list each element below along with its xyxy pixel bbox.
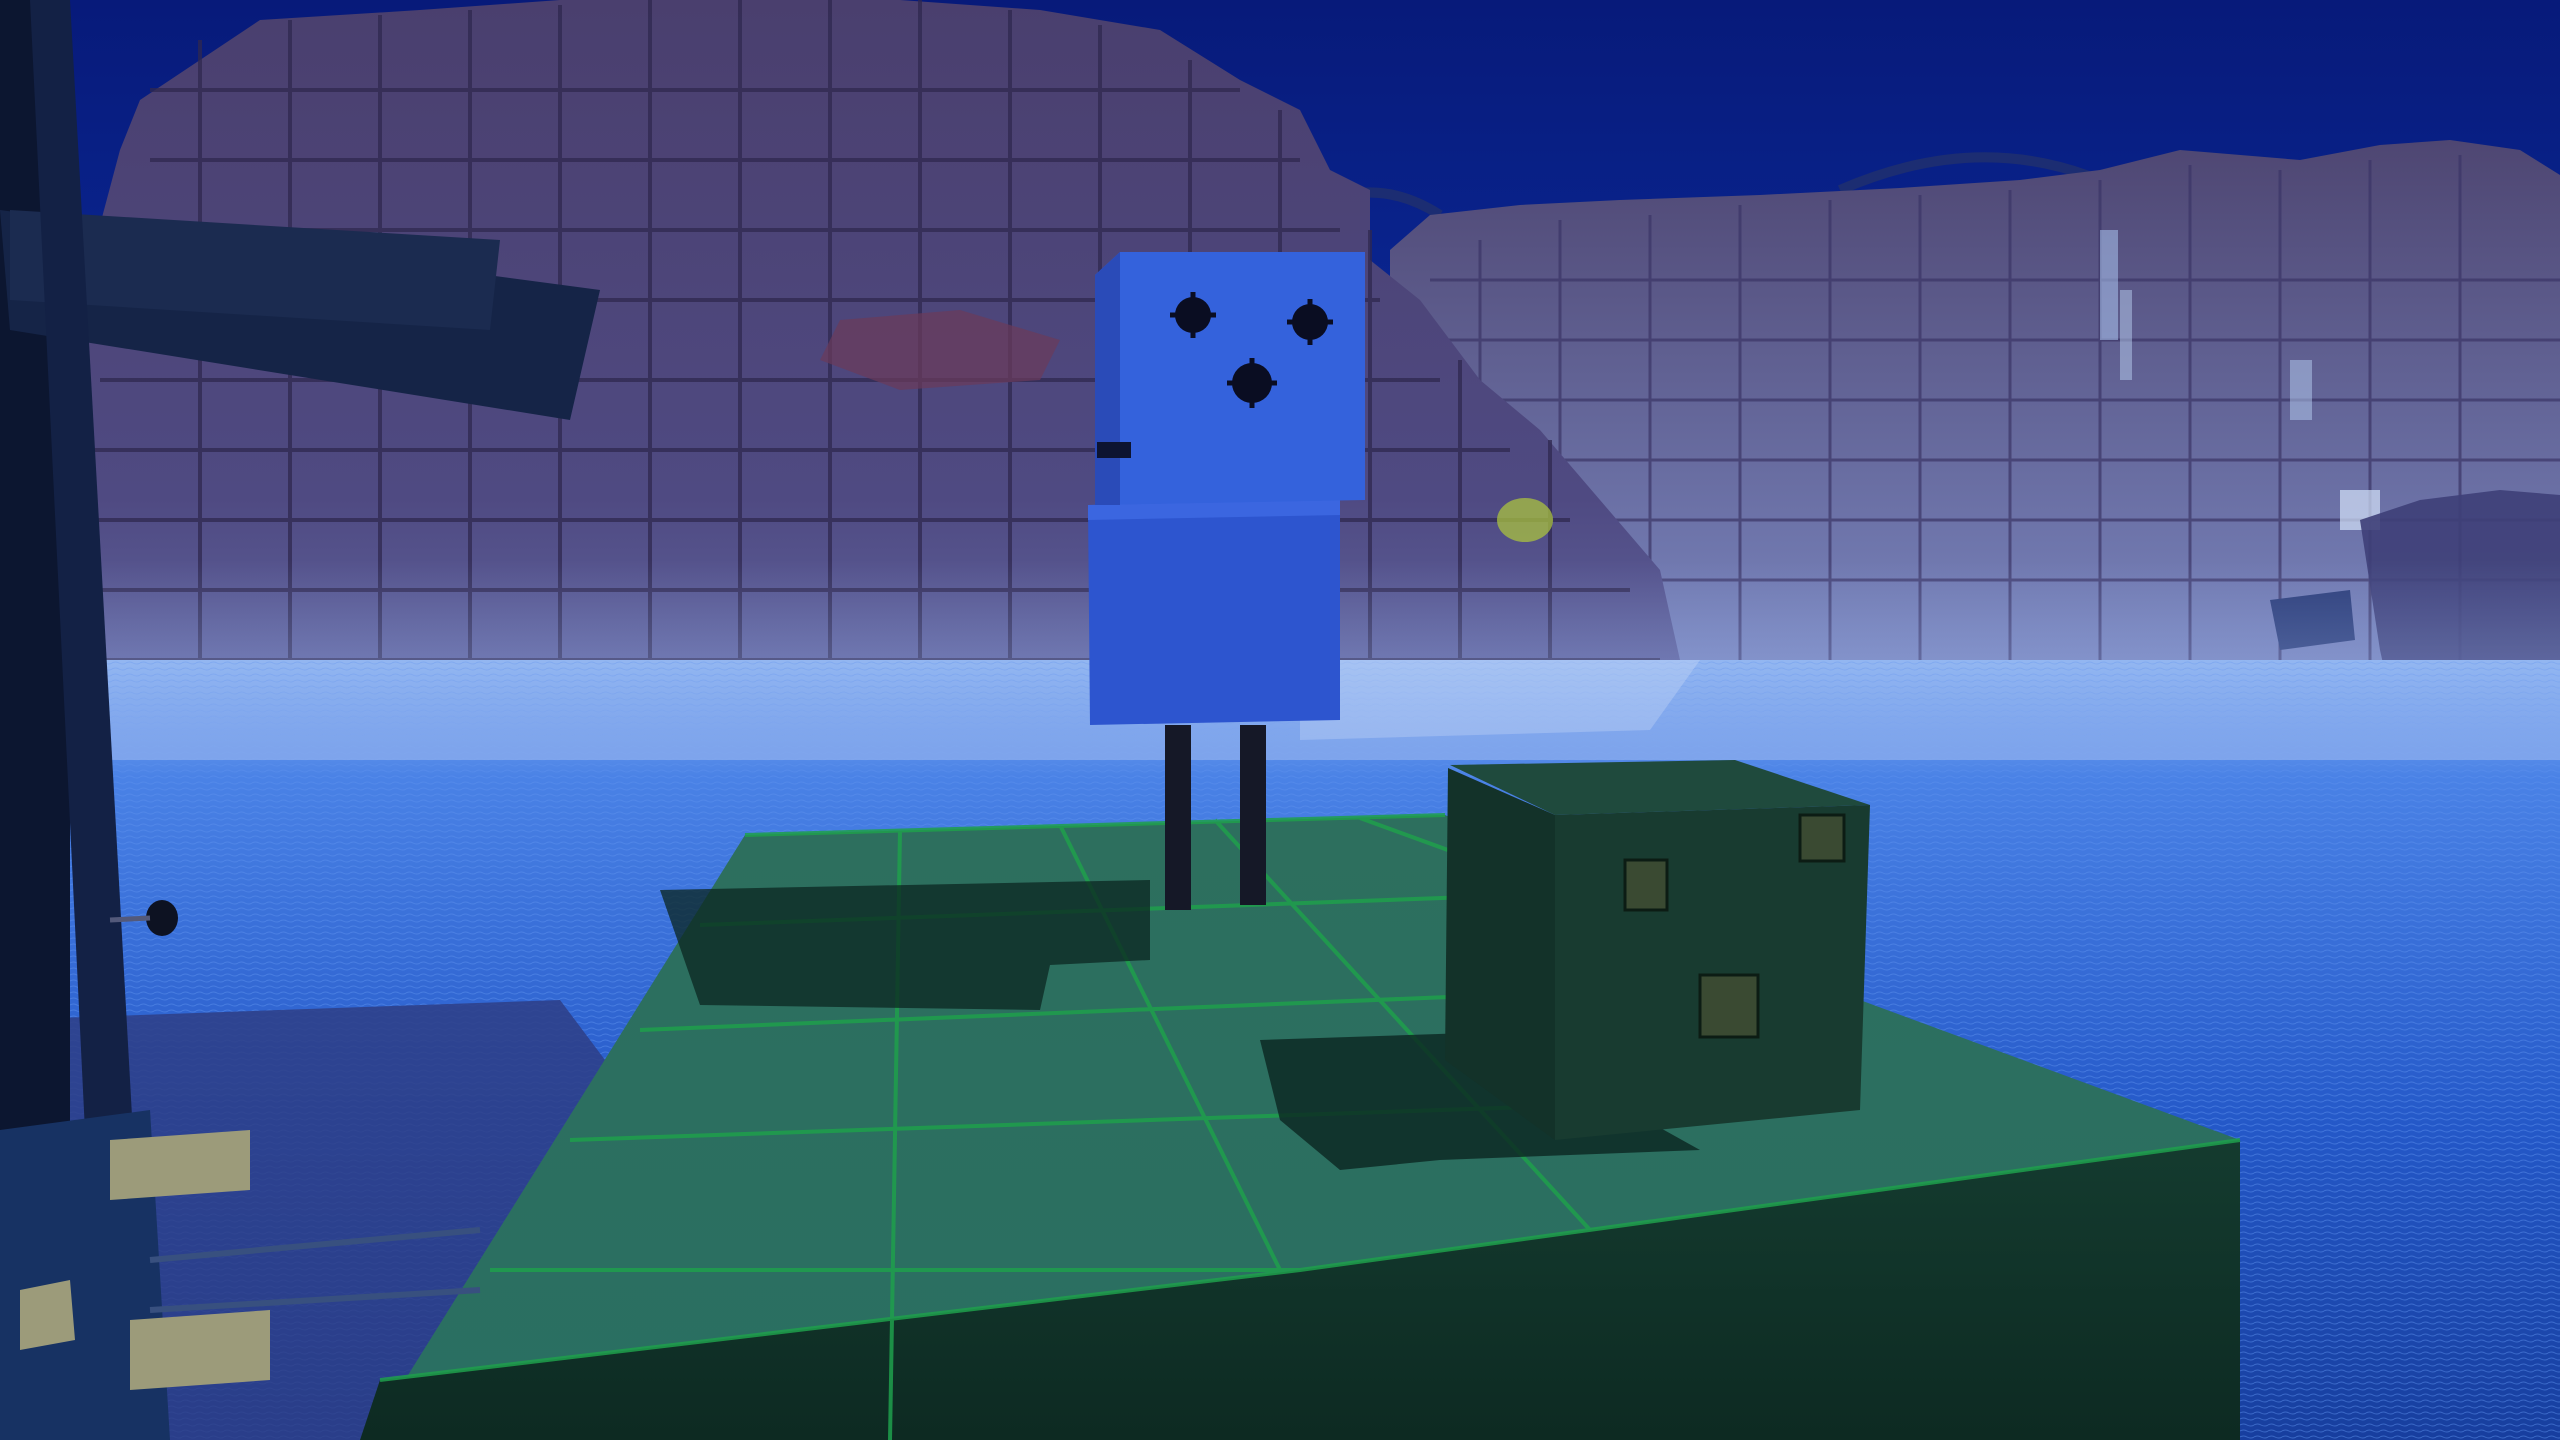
robot-leg-left xyxy=(1165,725,1191,910)
robot-leg-right xyxy=(1240,725,1266,905)
green-metal-crate[interactable] xyxy=(1445,760,1870,1140)
lever-knob-icon[interactable] xyxy=(146,900,178,936)
game-viewport[interactable] xyxy=(0,0,2560,1440)
